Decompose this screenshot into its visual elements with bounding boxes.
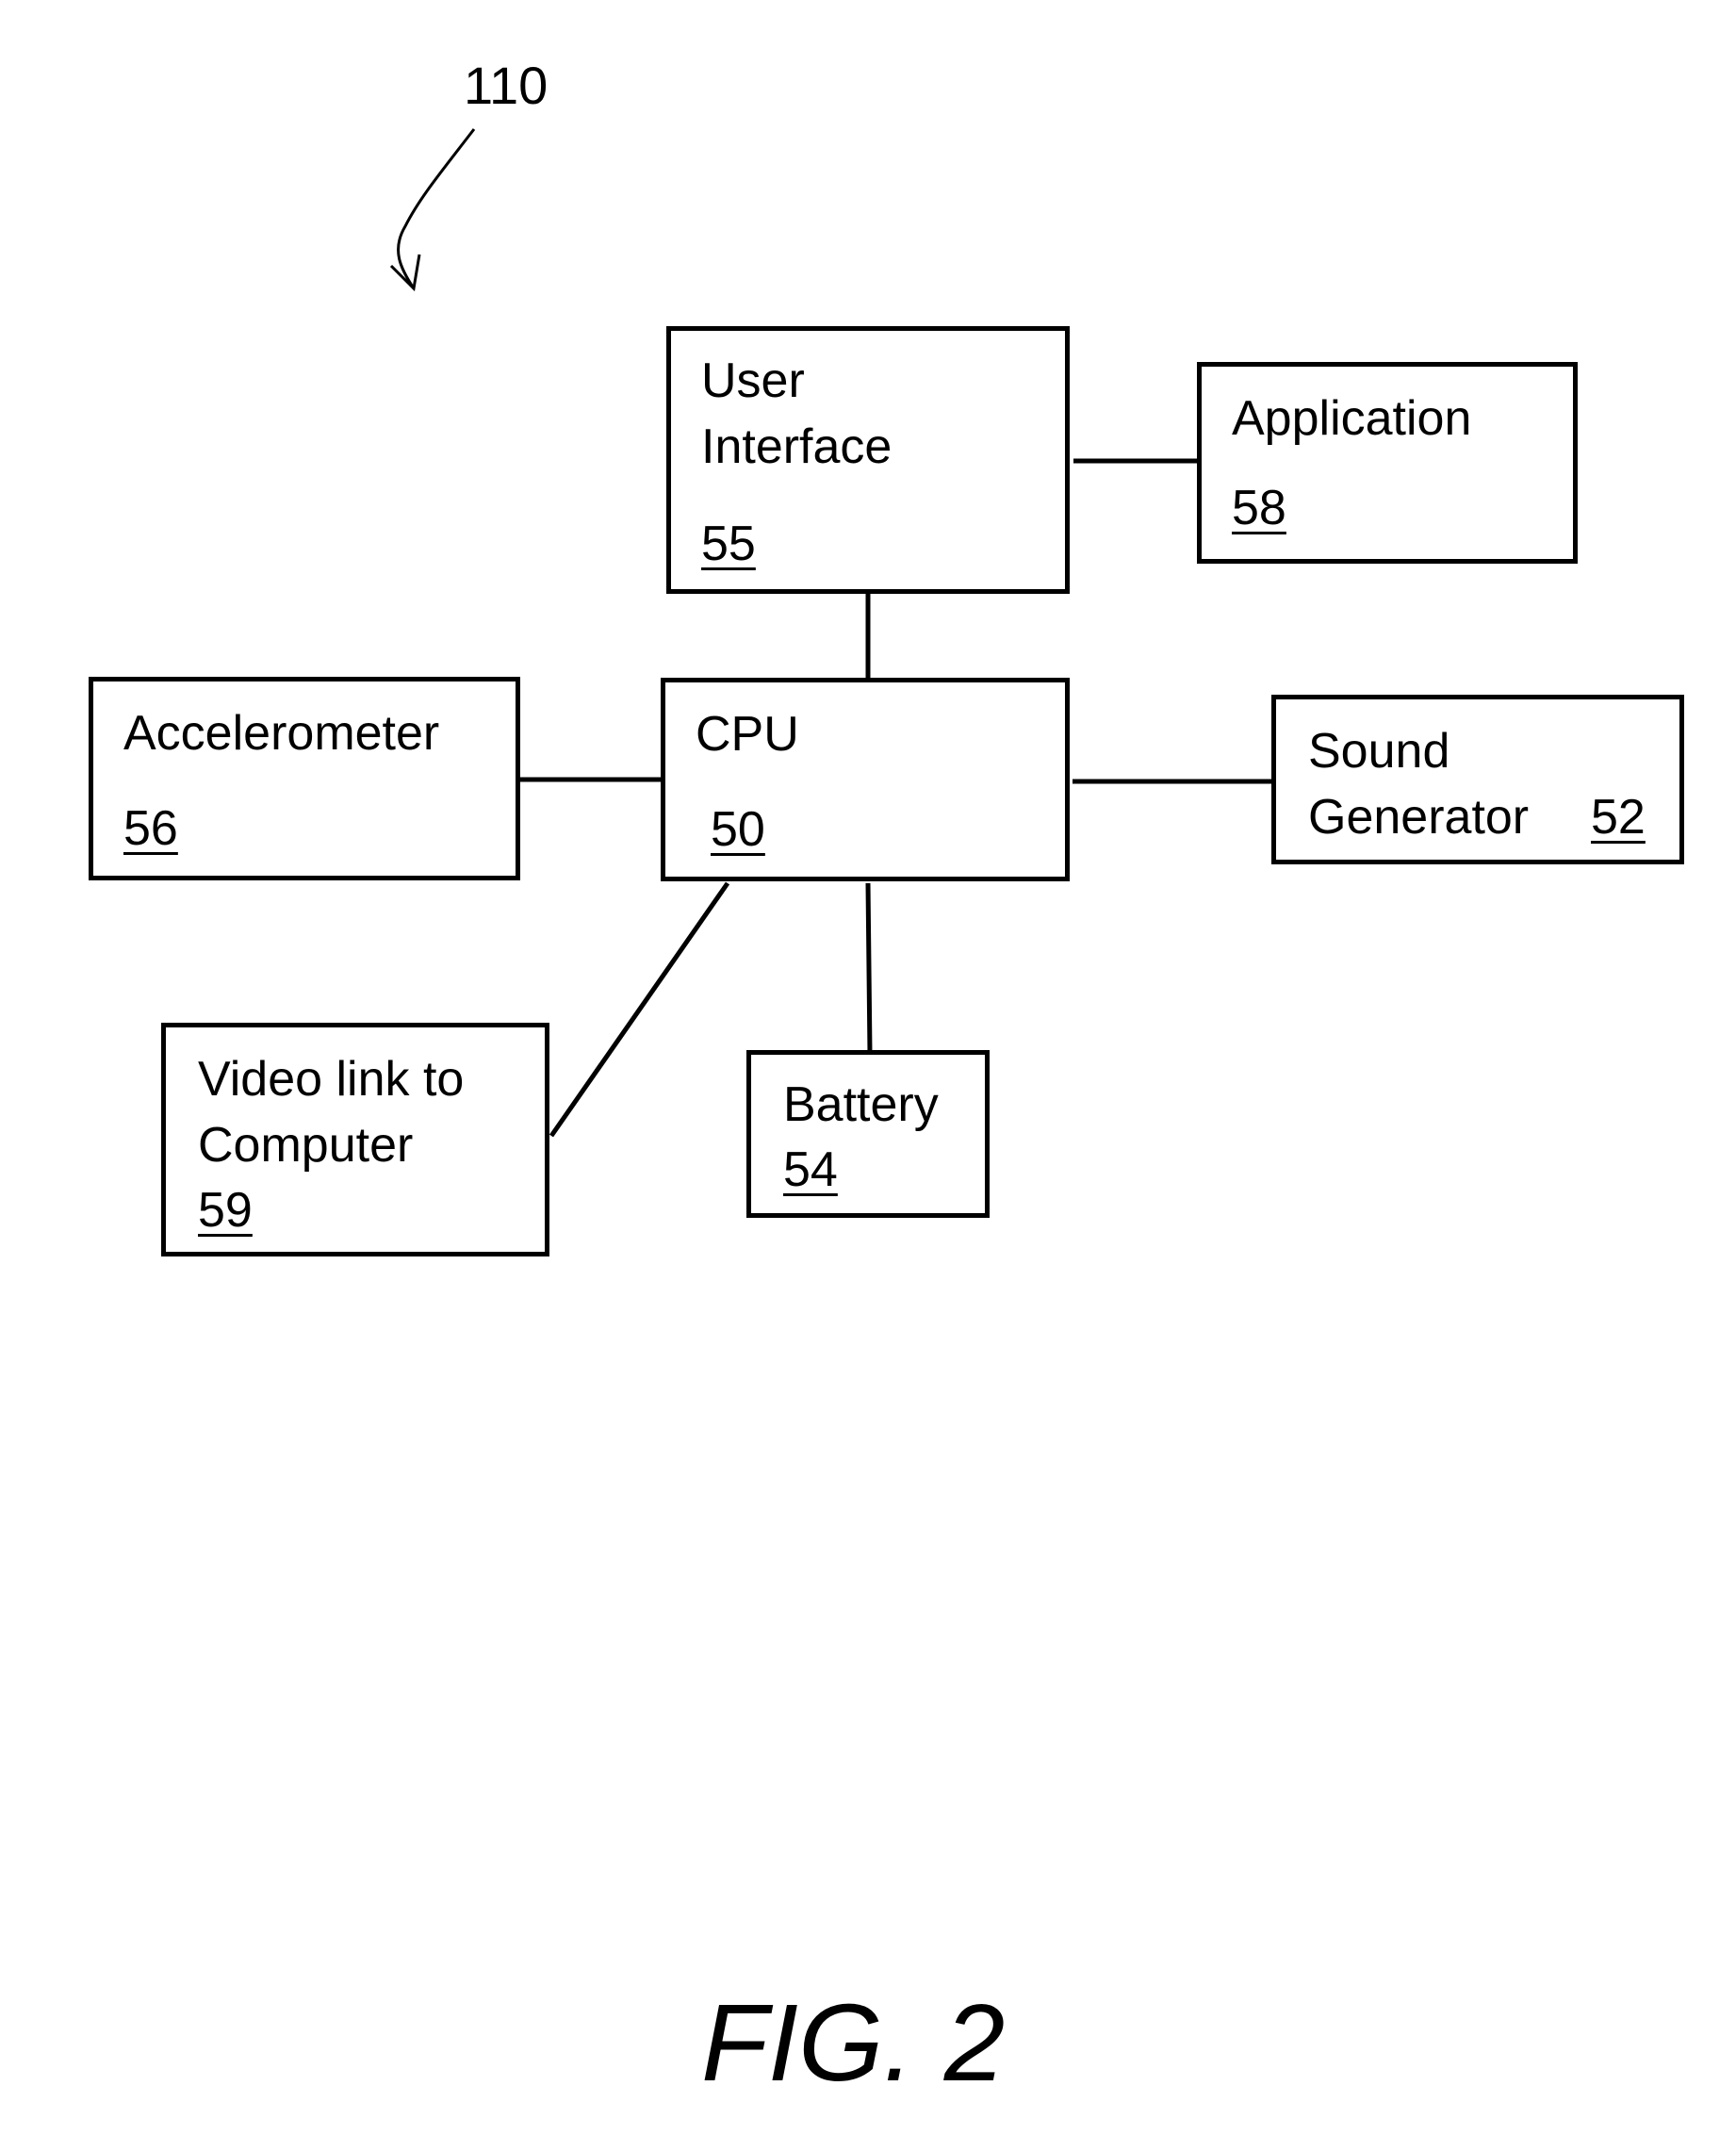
application-number: 58 <box>1232 481 1286 535</box>
video-link-label: Video link to Computer <box>198 1052 465 1173</box>
battery-label: Battery <box>783 1077 939 1132</box>
video-link-number: 59 <box>198 1183 253 1238</box>
sound-generator-block: Sound Generator 52 <box>1271 695 1684 864</box>
ref-110-leader <box>397 128 476 289</box>
reference-arrow-curve <box>375 129 474 288</box>
battery-block: Battery 54 <box>746 1050 990 1218</box>
application-label: Application <box>1232 391 1472 446</box>
figure-caption: FIG. 2 <box>701 1981 1006 2104</box>
user-interface-label: User Interface <box>701 353 893 474</box>
accelerometer-block: Accelerometer 56 <box>89 677 520 880</box>
user-interface-number: 55 <box>701 517 756 571</box>
video-link-block: Video link to Computer 59 <box>161 1023 549 1256</box>
application-block: Application 58 <box>1197 362 1578 564</box>
wire-cpu-battery <box>865 882 873 1055</box>
sound-generator-number: 52 <box>1591 790 1646 845</box>
wire-cpu-video <box>549 881 730 1138</box>
cpu-number: 50 <box>711 802 765 857</box>
reference-arrow-shaft <box>371 129 474 287</box>
accelerometer-number: 56 <box>123 801 178 856</box>
cpu-label: CPU <box>696 707 799 762</box>
user-interface-block: User Interface 55 <box>666 326 1070 594</box>
reference-numeral-110: 110 <box>464 56 549 115</box>
cpu-block: CPU 50 <box>661 678 1070 881</box>
sound-generator-label: Sound Generator <box>1308 724 1530 845</box>
accelerometer-label: Accelerometer <box>123 706 440 761</box>
battery-number: 54 <box>783 1142 838 1197</box>
